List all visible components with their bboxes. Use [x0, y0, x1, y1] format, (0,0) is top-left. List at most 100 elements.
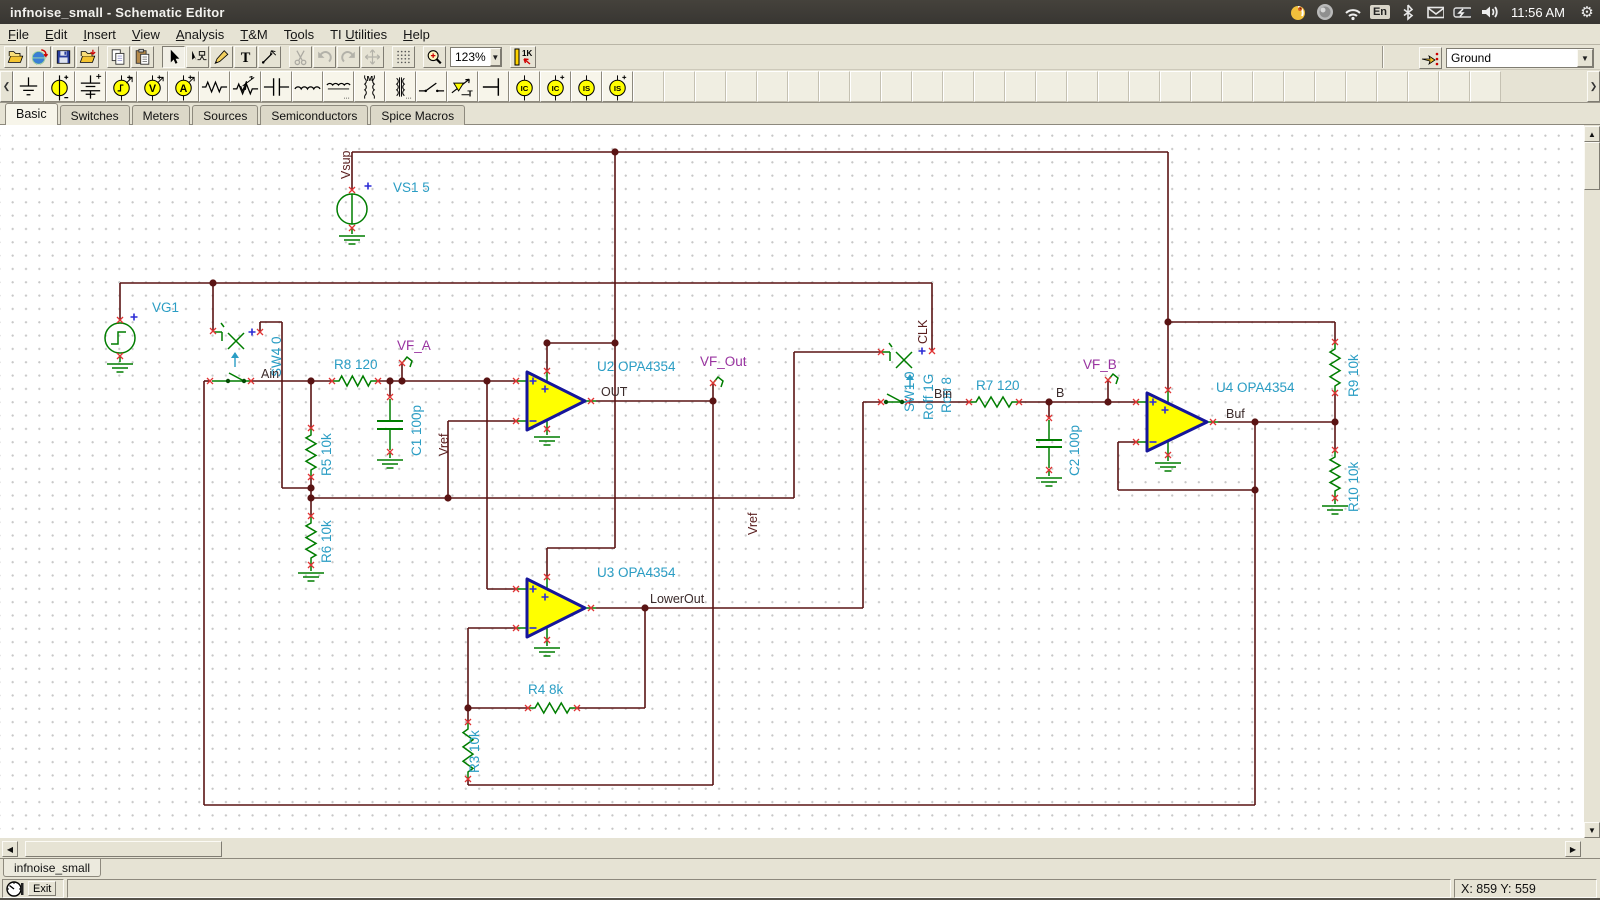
palette-item-transformer-core[interactable]: ... [385, 71, 416, 102]
palette-item-battery[interactable] [75, 71, 106, 102]
zoom-dropdown-arrow[interactable]: ▼ [490, 48, 501, 66]
net-selector-combo[interactable]: Ground ▼ [1446, 48, 1594, 68]
session-gear-icon[interactable]: ⚙ [1578, 3, 1596, 21]
palette-item-ammeter[interactable]: A [168, 71, 199, 102]
palette-item-potentiometer[interactable] [230, 71, 261, 102]
mail-icon[interactable] [1426, 3, 1444, 21]
show-values-button[interactable]: 1K [510, 46, 536, 68]
schematic-label[interactable]: Bin [934, 387, 952, 401]
vscroll-down-button[interactable]: ▼ [1584, 822, 1600, 838]
palette-item-capacitor[interactable] [261, 71, 292, 102]
palette-tab-basic[interactable]: Basic [5, 103, 58, 125]
menu-t-m[interactable]: T&M [232, 25, 275, 44]
schematic-label[interactable]: Ain [261, 367, 279, 381]
menu-analysis[interactable]: Analysis [168, 25, 232, 44]
schematic-label[interactable]: Buf [1226, 407, 1245, 421]
schematic-label[interactable]: VG1 [152, 300, 179, 315]
open-web-button[interactable] [28, 46, 51, 68]
palette-tab-semiconductors[interactable]: Semiconductors [260, 105, 368, 125]
wires[interactable] [120, 152, 1335, 805]
component-symbols[interactable] [105, 194, 1348, 779]
palette-item-switch[interactable] [416, 71, 447, 102]
schematic-drawing[interactable]: VS1 5VsupVG1SW4 0AinR8 120VF_AC1 100pVre… [0, 125, 1584, 838]
hscroll-thumb[interactable] [25, 841, 222, 857]
component-tool-button[interactable] [186, 46, 209, 68]
hscroll-right-button[interactable]: ▶ [1565, 841, 1581, 857]
schematic-label[interactable]: VF_B [1083, 357, 1117, 372]
jump-to-net-button[interactable] [1419, 47, 1442, 69]
speaker-icon[interactable] [1480, 3, 1498, 21]
schematic-label[interactable]: Vsup [339, 150, 353, 179]
exit-button[interactable]: Exit [28, 881, 56, 896]
bluetooth-icon[interactable] [1399, 3, 1417, 21]
palette-item-ground[interactable] [13, 71, 44, 102]
schematic-label[interactable]: C2 100p [1067, 425, 1082, 476]
menu-edit[interactable]: Edit [37, 25, 75, 44]
menu-view[interactable]: View [124, 25, 168, 44]
zoom-level-combo[interactable]: 123% ▼ [450, 47, 502, 67]
hscroll-left-button[interactable]: ◀ [2, 841, 18, 857]
schematic-label[interactable]: C1 100p [409, 405, 424, 456]
hscroll-track[interactable] [2, 841, 1582, 857]
keyboard-layout-badge[interactable]: En [1370, 5, 1390, 19]
schematic-canvas[interactable]: VS1 5VsupVG1SW4 0AinR8 120VF_AC1 100pVre… [0, 125, 1584, 838]
schematic-label[interactable]: B [1056, 386, 1064, 400]
document-tab[interactable]: infnoise_small [3, 859, 101, 877]
schematic-label[interactable]: VF_A [397, 338, 431, 353]
schematic-label[interactable]: VS1 5 [393, 180, 430, 195]
net-selector-dropdown-arrow[interactable]: ▼ [1577, 49, 1593, 67]
schematic-label[interactable]: R5 10k [319, 433, 334, 476]
schematic-label[interactable]: VF_Out [700, 354, 747, 369]
copy-button[interactable] [107, 46, 130, 68]
palette-scroll-right[interactable]: ❯ [1587, 71, 1600, 102]
schematic-label[interactable]: R7 120 [976, 378, 1020, 393]
schematic-label[interactable]: R4 8k [528, 682, 564, 697]
palette-tab-sources[interactable]: Sources [192, 105, 258, 125]
schematic-label[interactable]: U3 OPA4354 [597, 565, 676, 580]
meter-mode-icon[interactable] [5, 880, 25, 898]
palette-item-output-terminal[interactable] [478, 71, 509, 102]
zoom-tool-button[interactable] [423, 46, 446, 68]
vscroll-track[interactable] [1584, 126, 1600, 838]
palette-item-current-source[interactable]: IC [509, 71, 540, 102]
select-tool-button[interactable] [162, 46, 185, 68]
paste-button[interactable] [131, 46, 154, 68]
menu-tools[interactable]: Tools [276, 25, 322, 44]
schematic-label[interactable]: Vref [437, 433, 451, 456]
palette-item-transformer[interactable]: M [354, 71, 385, 102]
menu-ti-utilities[interactable]: TI Utilities [322, 25, 395, 44]
schematic-label[interactable]: U2 OPA4354 [597, 359, 676, 374]
palette-item-controlled-noise-source[interactable]: IS [602, 71, 633, 102]
schematic-label[interactable]: R6 10k [319, 520, 334, 563]
palette-tab-meters[interactable]: Meters [132, 105, 191, 125]
wifi-icon[interactable] [1343, 3, 1361, 21]
palette-tab-spice-macros[interactable]: Spice Macros [370, 105, 465, 125]
open-file-button[interactable] [4, 46, 27, 68]
menu-help[interactable]: Help [395, 25, 438, 44]
palette-tab-switches[interactable]: Switches [60, 105, 130, 125]
vscroll-up-button[interactable]: ▲ [1584, 126, 1600, 142]
schematic-label[interactable]: LowerOut [650, 592, 705, 606]
menu-insert[interactable]: Insert [75, 25, 124, 44]
palette-item-voltmeter[interactable]: V [137, 71, 168, 102]
menu-file[interactable]: File [0, 25, 37, 44]
schematic-label[interactable]: CLK [916, 319, 930, 344]
schematic-label[interactable]: R3 10k [467, 730, 482, 773]
palette-item-controlled-switch[interactable]: T [447, 71, 478, 102]
schematic-label[interactable]: Vref [746, 512, 760, 535]
schematic-label[interactable]: SW1 0 [902, 371, 917, 412]
palette-scroll-left[interactable]: ❮ [0, 71, 13, 102]
wire-tool-button[interactable] [258, 46, 281, 68]
palette-item-voltage-source[interactable] [44, 71, 75, 102]
schematic-label[interactable]: OUT [601, 385, 628, 399]
schematic-label[interactable]: R10 10k [1346, 461, 1361, 512]
palette-item-resistor[interactable] [199, 71, 230, 102]
volume-sphere-icon[interactable] [1316, 3, 1334, 21]
palette-item-voltage-generator[interactable] [106, 71, 137, 102]
palette-item-controlled-current-source[interactable]: IC [540, 71, 571, 102]
battery-icon[interactable] [1453, 3, 1471, 21]
chat-app-icon[interactable] [1289, 3, 1307, 21]
palette-item-coupled-inductor[interactable]: ... [323, 71, 354, 102]
schematic-label[interactable]: R9 10k [1346, 354, 1361, 397]
grid-toggle-button[interactable] [392, 46, 415, 68]
